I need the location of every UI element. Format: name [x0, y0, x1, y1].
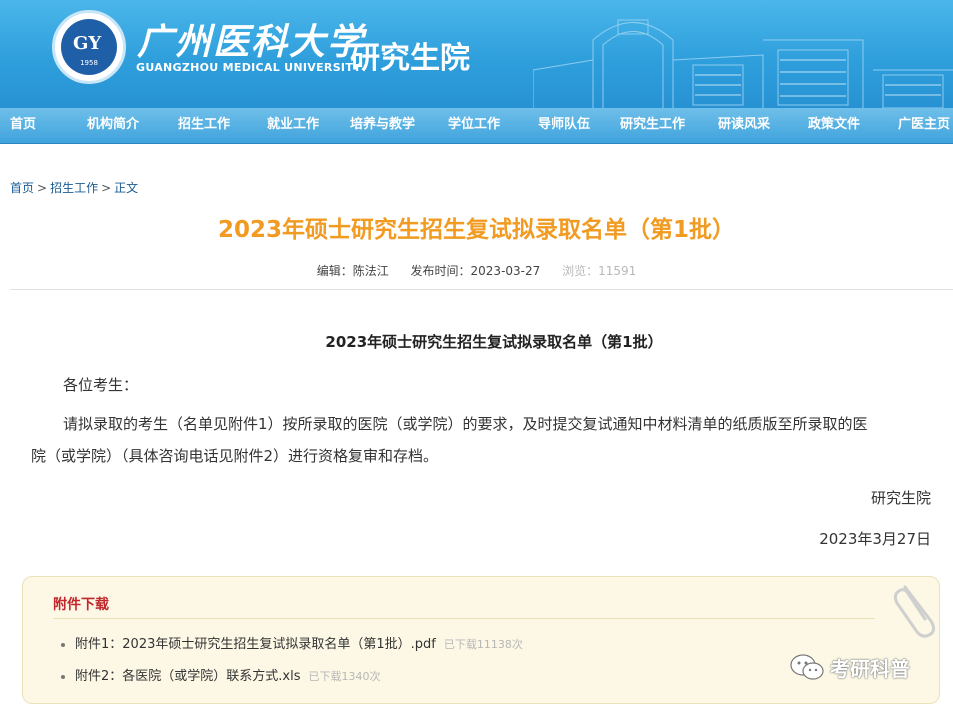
wechat-icon — [790, 654, 824, 680]
site-name[interactable]: 研究生院 — [350, 33, 470, 77]
nav-item-training[interactable]: 培养与教学 — [350, 108, 415, 143]
meta-published: 发布时间：2023-03-27 — [410, 264, 541, 278]
nav-item-style[interactable]: 研读风采 — [718, 108, 770, 143]
attachment-item: 附件1：2023年硕士研究生招生复试拟录取名单（第1批）.pdf 已下载11138… — [61, 633, 523, 652]
breadcrumb-current[interactable]: 正文 — [114, 181, 138, 195]
nav-item-admissions[interactable]: 招生工作 — [178, 108, 230, 143]
campus-building-illustration — [533, 19, 953, 108]
breadcrumb-separator: > — [101, 181, 112, 195]
main-nav: 首页 机构简介 招生工作 就业工作 培养与教学 学位工作 导师队伍 研究生工作 … — [0, 108, 953, 144]
greeting: 各位考生： — [63, 376, 139, 394]
meta-editor: 编辑：陈法江 — [316, 264, 389, 278]
breadcrumb-admissions[interactable]: 招生工作 — [50, 181, 98, 195]
attachments-divider — [53, 618, 875, 619]
body-paragraph-line1: 请拟录取的考生（名单见附件1）按所录取的医院（或学院）的要求，及时提交复试通知中… — [63, 415, 868, 433]
breadcrumb-home[interactable]: 首页 — [10, 181, 34, 195]
meta-views: 浏览：11591 — [562, 264, 637, 278]
attachment-link[interactable]: 附件1：2023年硕士研究生招生复试拟录取名单（第1批）.pdf — [75, 637, 436, 652]
logo-letters: GY — [73, 33, 102, 54]
nav-item-supervisors[interactable]: 导师队伍 — [538, 108, 590, 143]
watermark-text: 考研科普 — [830, 656, 910, 681]
attachment-item: 附件2：各医院（或学院）联系方式.xls 已下载1340次 — [61, 665, 380, 684]
site-header: GY 1958 广州医科大学 GUANGZHOU MEDICAL UNIVERS… — [0, 0, 953, 108]
nav-item-about[interactable]: 机构简介 — [87, 108, 139, 143]
paperclip-icon — [893, 585, 936, 638]
breadcrumb: 首页 > 招生工作 > 正文 — [10, 179, 138, 196]
university-name-cn: 广州医科大学 — [137, 21, 366, 63]
attachments-panel: 附件下载 附件1：2023年硕士研究生招生复试拟录取名单（第1批）.pdf 已下载… — [22, 576, 940, 704]
article-date: 2023年3月27日 — [819, 530, 931, 548]
breadcrumb-separator: > — [37, 181, 48, 195]
nav-item-student-work[interactable]: 研究生工作 — [620, 108, 685, 143]
divider — [10, 289, 953, 290]
watermark: 考研科普 — [790, 652, 910, 682]
nav-item-home[interactable]: 首页 — [10, 108, 36, 143]
attachments-heading: 附件下载 — [53, 597, 109, 613]
download-count: 已下载1340次 — [308, 670, 381, 683]
nav-item-employment[interactable]: 就业工作 — [267, 108, 319, 143]
article-title: 2023年硕士研究生招生复试拟录取名单（第1批） — [325, 333, 663, 351]
page-title: 2023年硕士研究生招生复试拟录取名单（第1批） — [217, 217, 736, 243]
nav-item-policy[interactable]: 政策文件 — [808, 108, 860, 143]
nav-item-degree[interactable]: 学位工作 — [448, 108, 500, 143]
attachment-link[interactable]: 附件2：各医院（或学院）联系方式.xls — [75, 669, 300, 684]
university-name-en: GUANGZHOU MEDICAL UNIVERSITY — [136, 61, 362, 74]
logo-year: 1958 — [80, 59, 98, 67]
nav-item-gmu-home[interactable]: 广医主页 — [898, 108, 950, 143]
signature: 研究生院 — [870, 489, 931, 507]
download-count: 已下载11138次 — [443, 638, 523, 651]
bullet-icon — [61, 674, 65, 679]
article-meta: 编辑：陈法江 发布时间：2023-03-27 浏览：11591 — [0, 262, 953, 279]
bullet-icon — [61, 642, 65, 647]
university-logo[interactable]: GY 1958 — [52, 10, 126, 84]
body-paragraph-line2: 院（或学院）（具体咨询电话见附件2）进行资格复审和存档。 — [31, 447, 439, 465]
logo-emblem: GY 1958 — [61, 19, 117, 75]
